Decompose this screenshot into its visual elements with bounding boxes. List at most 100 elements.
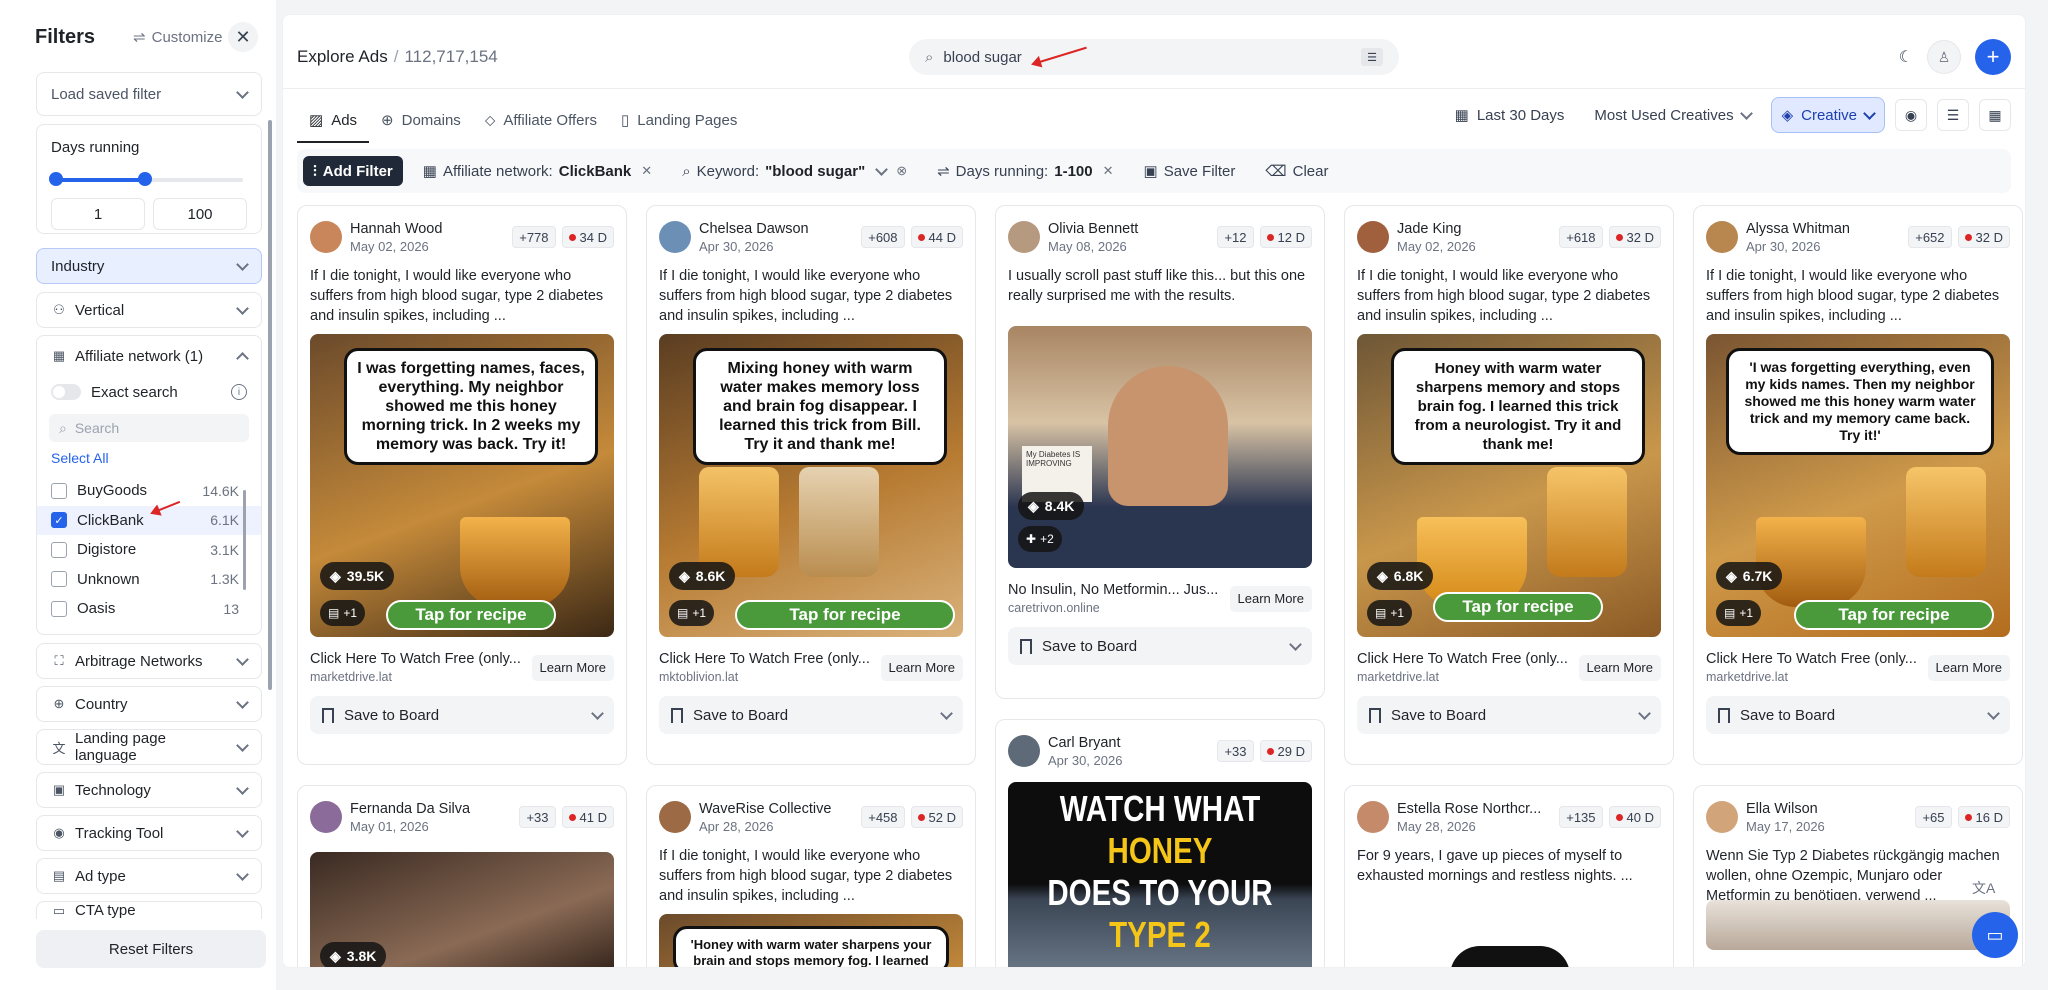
filter-section-technology[interactable]: ▣ Technology: [36, 772, 262, 808]
slider-max-handle[interactable]: [137, 172, 152, 186]
filter-chip-keyword[interactable]: ⌕ Keyword: "blood sugar" ⊗: [672, 156, 917, 186]
filter-section-cta[interactable]: ▭ CTA type: [36, 901, 262, 919]
days-max-input[interactable]: 100: [153, 198, 247, 230]
tab-landing-pages[interactable]: ▯ Landing Pages: [609, 99, 749, 141]
variants-badge[interactable]: +652: [1908, 226, 1952, 248]
remove-chip-icon[interactable]: ✕: [1103, 163, 1114, 179]
checkbox-checked[interactable]: ✓: [51, 512, 67, 529]
sidebar-scrollbar[interactable]: [268, 120, 272, 690]
slider-min-handle[interactable]: [49, 172, 63, 186]
filter-section-arbitrage[interactable]: ⛶ Arbitrage Networks: [36, 643, 262, 679]
save-to-board-button[interactable]: Save to Board: [1008, 627, 1312, 665]
saved-filter-select[interactable]: Load saved filter: [36, 72, 262, 116]
filter-section-industry[interactable]: Industry: [36, 248, 262, 284]
variants-badge[interactable]: +33: [1217, 740, 1254, 762]
variants-badge[interactable]: +608: [861, 226, 905, 248]
advertiser-name[interactable]: Olivia Bennett: [1048, 221, 1217, 237]
learn-more-button[interactable]: Learn More: [1578, 654, 1661, 681]
advertiser-name[interactable]: Chelsea Dawson: [699, 221, 861, 237]
reset-filters-button[interactable]: Reset Filters: [36, 930, 266, 968]
filter-section-country[interactable]: ⊕ Country: [36, 686, 262, 722]
ad-card[interactable]: Carl Bryant Apr 30, 2026 +33 29 D WATCH WHA…: [995, 719, 1325, 967]
affiliate-option-digistore[interactable]: Digistore 3.1K: [37, 535, 261, 565]
variants-badge[interactable]: +65: [1915, 806, 1952, 828]
filter-section-language[interactable]: 文 Landing page language: [36, 729, 262, 765]
add-filter-button[interactable]: ⫶ Add Filter: [303, 156, 403, 186]
filter-section-adtype[interactable]: ▤ Ad type: [36, 858, 262, 894]
chat-support-button[interactable]: ▭: [1972, 912, 2018, 958]
checkbox[interactable]: [51, 571, 67, 588]
ad-card[interactable]: Hannah Wood May 02, 2026 +778 34 D If I die…: [297, 205, 627, 765]
ad-creative-image[interactable]: ◈ 3.8K: [310, 852, 614, 967]
filter-chip-affiliate[interactable]: ▦ Affiliate network: ClickBank ✕: [413, 156, 662, 186]
advertiser-name[interactable]: Alyssa Whitman: [1746, 221, 1908, 237]
checkbox[interactable]: [51, 541, 67, 558]
variants-badge[interactable]: +33: [519, 806, 556, 828]
ad-domain[interactable]: marketdrive.lat: [1357, 670, 1571, 684]
variants-badge[interactable]: +135: [1559, 806, 1603, 828]
tab-affiliate-offers[interactable]: ⬦ Affiliate Offers: [473, 99, 609, 141]
advertiser-name[interactable]: Carl Bryant: [1048, 735, 1217, 751]
ad-creative-image[interactable]: Mixing honey with warm water makes memor…: [659, 334, 963, 637]
advertiser-name[interactable]: Hannah Wood: [350, 221, 512, 237]
filter-section-tracking[interactable]: ◉ Tracking Tool: [36, 815, 262, 851]
learn-more-button[interactable]: Learn More: [1229, 585, 1312, 612]
ad-creative-image[interactable]: 'Honey with warm water sharpens your bra…: [659, 914, 963, 967]
ad-card[interactable]: Olivia Bennett May 08, 2026 +12 12 D I usua…: [995, 205, 1325, 699]
learn-more-button[interactable]: Learn More: [880, 654, 963, 681]
variants-badge[interactable]: +778: [512, 226, 556, 248]
ad-creative-image[interactable]: My Diabetes IS IMPROVING ◈ 8.4K ✚ +2: [1008, 326, 1312, 568]
ad-card[interactable]: Alyssa Whitman Apr 30, 2026 +652 32 D If I …: [1693, 205, 2023, 765]
add-button[interactable]: +: [1975, 39, 2011, 75]
affiliate-option-buygoods[interactable]: BuyGoods 14.6K: [37, 476, 261, 506]
affiliate-option-unknown[interactable]: Unknown 1.3K: [37, 565, 261, 595]
save-to-board-button[interactable]: Save to Board: [1357, 696, 1661, 734]
list-view-icon[interactable]: ☰: [1937, 99, 1969, 131]
ad-card[interactable]: Fernanda Da Silva May 01, 2026 +33 41 D ◈ 3.…: [297, 785, 627, 967]
ad-domain[interactable]: mktoblivion.lat: [659, 670, 873, 684]
advertiser-name[interactable]: Jade King: [1397, 221, 1559, 237]
ad-card[interactable]: Estella Rose Northcr... May 28, 2026 +135 4…: [1344, 785, 1674, 967]
checkbox[interactable]: [51, 482, 67, 499]
checkbox[interactable]: [51, 600, 67, 617]
tab-domains[interactable]: ⊕ Domains: [369, 99, 473, 141]
ad-creative-image[interactable]: 'I was forgetting everything, even my ki…: [1706, 334, 2010, 637]
tab-ads[interactable]: ▨ Ads: [297, 99, 370, 143]
advertiser-name[interactable]: Ella Wilson: [1746, 801, 1915, 817]
ad-creative-image[interactable]: [1706, 900, 2010, 950]
translate-icon[interactable]: 文A: [1972, 878, 1995, 898]
creative-view-select[interactable]: ◈ Creative: [1770, 97, 1885, 133]
variants-badge[interactable]: +458: [861, 806, 905, 828]
days-min-input[interactable]: 1: [51, 198, 145, 230]
eye-icon[interactable]: ◉: [1895, 99, 1927, 131]
affiliate-network-header[interactable]: ▦ Affiliate network (1): [37, 336, 261, 376]
clear-filters-button[interactable]: ⌫ Clear: [1255, 156, 1338, 186]
affiliate-search-input[interactable]: ⌕ Search: [49, 414, 249, 442]
days-range-slider[interactable]: [49, 172, 243, 186]
moon-icon[interactable]: ☾: [1899, 47, 1913, 67]
ad-creative-image[interactable]: Honey with warm water sharpens memory an…: [1357, 334, 1661, 637]
advertiser-name[interactable]: Fernanda Da Silva: [350, 801, 519, 817]
search-settings-icon[interactable]: ☰: [1361, 48, 1383, 66]
exact-search-toggle[interactable]: [51, 384, 81, 400]
ad-card[interactable]: WaveRise Collective Apr 28, 2026 +458 52 D …: [646, 785, 976, 967]
ad-creative-image[interactable]: WATCH WHAT HONEY DOES TO YOUR TYPE 2: [1008, 782, 1312, 967]
ad-creative-image[interactable]: I was forgetting names, faces, everythin…: [310, 334, 614, 637]
save-to-board-button[interactable]: Save to Board: [310, 696, 614, 734]
sort-select[interactable]: Most Used Creatives: [1584, 97, 1760, 133]
info-icon[interactable]: i: [231, 384, 247, 400]
learn-more-button[interactable]: Learn More: [1927, 654, 2010, 681]
save-to-board-button[interactable]: Save to Board: [659, 696, 963, 734]
search-input[interactable]: ⌕ blood sugar ☰: [909, 39, 1399, 75]
learn-more-button[interactable]: Learn More: [531, 654, 614, 681]
ad-domain[interactable]: caretrivon.online: [1008, 601, 1222, 615]
filter-chip-days[interactable]: ⇌ Days running: 1-100 ✕: [927, 156, 1123, 186]
close-sidebar-button[interactable]: ✕: [228, 22, 258, 52]
advertiser-name[interactable]: WaveRise Collective: [699, 801, 861, 817]
customize-button[interactable]: ⇌ Customize: [133, 28, 222, 47]
remove-chip-icon[interactable]: ✕: [641, 163, 652, 179]
advertiser-name[interactable]: Estella Rose Northcr...: [1397, 801, 1559, 817]
filter-section-vertical[interactable]: ⚇ Vertical: [36, 292, 262, 328]
select-all-link[interactable]: Select All: [37, 442, 261, 476]
ad-domain[interactable]: marketdrive.lat: [310, 670, 524, 684]
